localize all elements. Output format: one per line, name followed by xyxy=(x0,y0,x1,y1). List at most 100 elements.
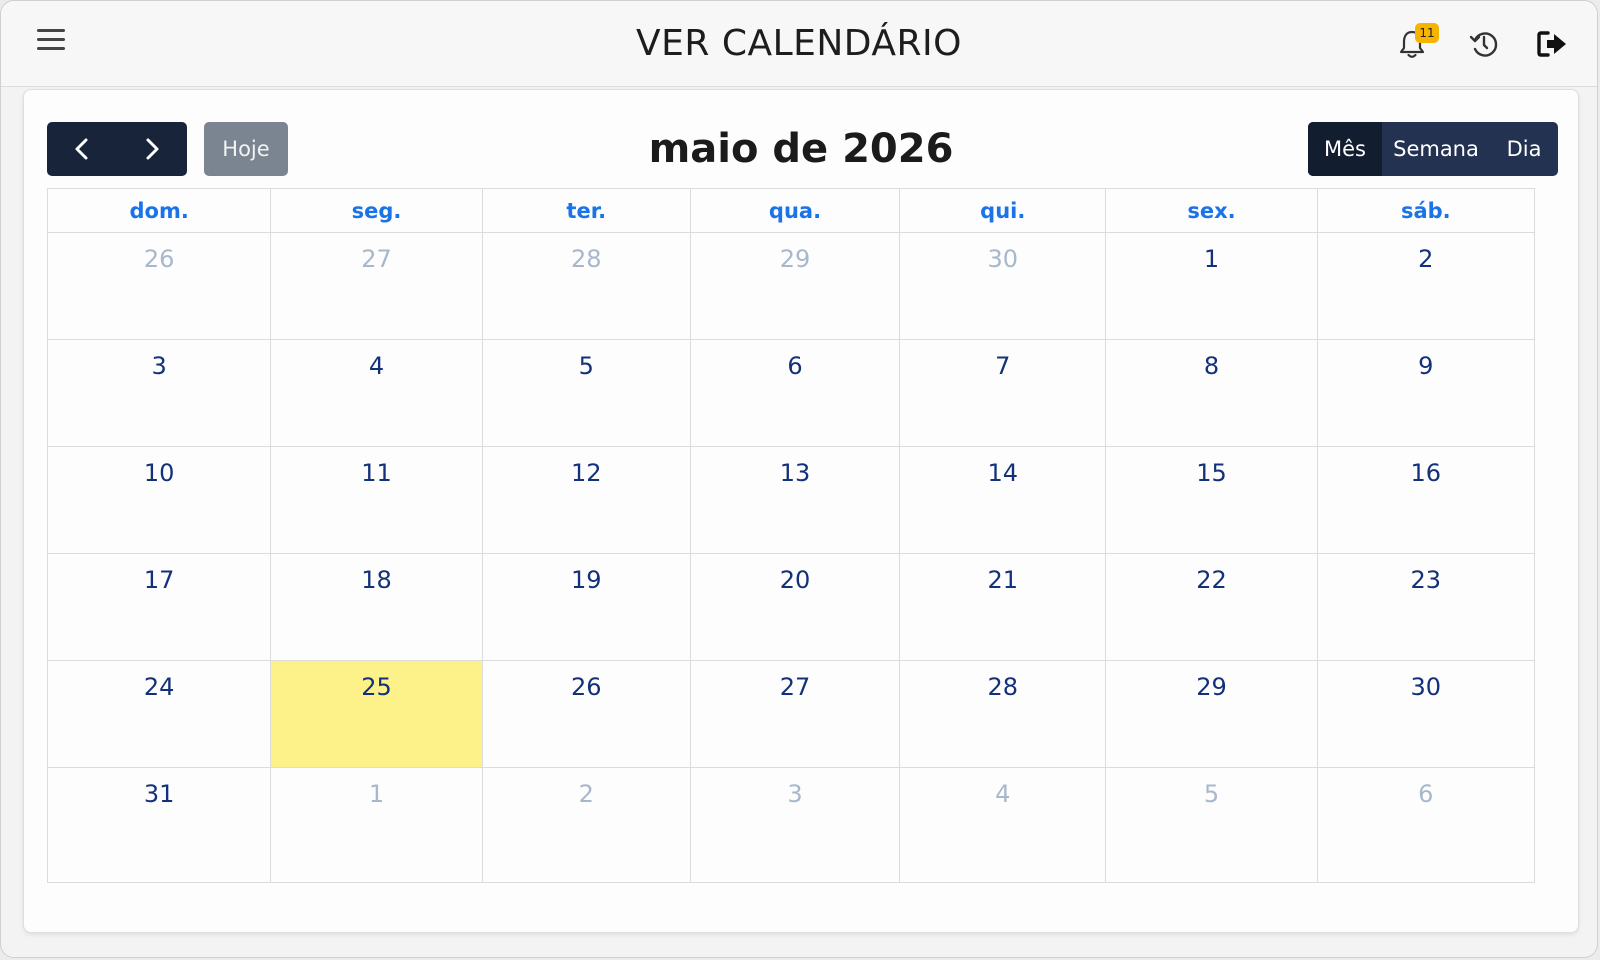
day-cell[interactable]: 26 xyxy=(46,232,272,340)
day-cell[interactable]: 27 xyxy=(270,232,483,340)
day-number: 16 xyxy=(1410,459,1442,487)
day-cell[interactable]: 23 xyxy=(1316,553,1536,661)
day-cell[interactable]: 11 xyxy=(270,446,483,554)
day-cell[interactable]: 10 xyxy=(46,446,272,554)
day-number: 24 xyxy=(143,673,175,701)
day-number: 1 xyxy=(1203,245,1220,273)
day-cell[interactable]: 4 xyxy=(270,339,483,447)
calendar-body: 26 27 28 29 30 1 2 3 4 5 6 7 8 9 10 11 12 13 14 15 16 17 18 19 2… xyxy=(46,232,1536,883)
day-cell[interactable]: 27 xyxy=(689,660,901,768)
page-title: VER CALENDÁRIO xyxy=(635,23,962,64)
day-cell[interactable]: 8 xyxy=(1105,339,1318,447)
day-cell[interactable]: 5 xyxy=(1105,767,1318,883)
day-number: 3 xyxy=(151,352,167,380)
day-number: 28 xyxy=(570,245,602,273)
top-bar: VER CALENDÁRIO 11 xyxy=(1,1,1597,87)
day-cell[interactable]: 1 xyxy=(1105,232,1318,340)
day-number: 26 xyxy=(143,245,175,273)
day-cell[interactable]: 2 xyxy=(481,767,691,883)
day-cell[interactable]: 1 xyxy=(270,767,483,883)
logout-icon[interactable] xyxy=(1535,27,1569,61)
day-cell[interactable]: 26 xyxy=(481,660,691,768)
day-number: 29 xyxy=(779,245,811,273)
day-cell[interactable]: 6 xyxy=(689,339,901,447)
day-number: 7 xyxy=(995,352,1011,380)
day-number: 29 xyxy=(1196,673,1227,701)
day-number: 4 xyxy=(368,352,385,380)
day-cell[interactable]: 5 xyxy=(481,339,691,447)
history-icon[interactable] xyxy=(1467,27,1501,61)
day-cell[interactable]: 19 xyxy=(481,553,691,661)
day-cell[interactable]: 4 xyxy=(899,767,1107,883)
today-button[interactable]: Hoje xyxy=(204,122,288,176)
day-cell[interactable]: 15 xyxy=(1105,446,1318,554)
weekday-header: ter. xyxy=(481,188,691,233)
day-number: 10 xyxy=(143,459,175,487)
view-switcher: Mês Semana Dia xyxy=(1308,122,1558,176)
view-day-button[interactable]: Dia xyxy=(1490,122,1558,176)
day-cell[interactable]: 31 xyxy=(46,767,272,883)
day-cell[interactable]: 30 xyxy=(1316,660,1536,768)
day-number: 2 xyxy=(578,780,594,808)
next-month-button[interactable] xyxy=(117,122,187,176)
prev-month-button[interactable] xyxy=(47,122,117,176)
calendar-card: Hoje maio de 2026 Mês Semana Dia dom. se… xyxy=(23,89,1579,933)
weekday-header-row: dom. seg. ter. qua. qui. sex. sáb. xyxy=(46,188,1536,233)
day-number: 21 xyxy=(987,566,1019,594)
day-number: 25 xyxy=(361,673,392,701)
day-cell[interactable]: 7 xyxy=(899,339,1107,447)
day-number: 26 xyxy=(570,673,602,701)
notification-badge: 11 xyxy=(1415,23,1439,43)
day-cell[interactable]: 24 xyxy=(46,660,272,768)
day-cell[interactable]: 29 xyxy=(1105,660,1318,768)
view-week-button[interactable]: Semana xyxy=(1382,122,1490,176)
day-cell[interactable]: 28 xyxy=(481,232,691,340)
day-number: 13 xyxy=(779,459,811,487)
day-cell[interactable]: 3 xyxy=(689,767,901,883)
app-window: VER CALENDÁRIO 11 Hoje maio de 2026 Mês … xyxy=(0,0,1598,958)
day-number: 12 xyxy=(570,459,602,487)
day-number: 23 xyxy=(1410,566,1442,594)
day-number: 27 xyxy=(779,673,811,701)
day-cell[interactable]: 21 xyxy=(899,553,1107,661)
day-cell[interactable]: 16 xyxy=(1316,446,1536,554)
weekday-header: dom. xyxy=(46,188,272,233)
day-number: 3 xyxy=(787,780,803,808)
day-number: 27 xyxy=(361,245,392,273)
week-row: 31 1 2 3 4 5 6 xyxy=(46,767,1536,883)
day-cell[interactable]: 12 xyxy=(481,446,691,554)
day-cell[interactable]: 17 xyxy=(46,553,272,661)
day-number: 5 xyxy=(578,352,594,380)
day-number: 30 xyxy=(1410,673,1442,701)
day-number: 14 xyxy=(987,459,1019,487)
day-cell[interactable]: 13 xyxy=(689,446,901,554)
day-cell[interactable]: 28 xyxy=(899,660,1107,768)
weekday-header: sex. xyxy=(1105,188,1318,233)
day-number: 2 xyxy=(1418,245,1434,273)
weekday-header: sáb. xyxy=(1316,188,1536,233)
day-number: 11 xyxy=(361,459,392,487)
day-number: 9 xyxy=(1418,352,1434,380)
day-cell[interactable]: 20 xyxy=(689,553,901,661)
day-number: 30 xyxy=(987,245,1019,273)
day-number: 20 xyxy=(779,566,811,594)
week-row: 10 11 12 13 14 15 16 xyxy=(46,446,1536,554)
day-cell[interactable]: 30 xyxy=(899,232,1107,340)
day-cell[interactable]: 14 xyxy=(899,446,1107,554)
view-month-button[interactable]: Mês xyxy=(1308,122,1382,176)
day-cell[interactable]: 6 xyxy=(1316,767,1536,883)
month-title: maio de 2026 xyxy=(648,126,954,172)
day-number: 8 xyxy=(1203,352,1220,380)
day-number: 28 xyxy=(987,673,1019,701)
chevron-left-icon xyxy=(75,138,88,160)
day-number: 1 xyxy=(368,780,385,808)
nav-button-group xyxy=(47,122,187,176)
day-cell[interactable]: 9 xyxy=(1316,339,1536,447)
day-cell[interactable]: 29 xyxy=(689,232,901,340)
day-cell-today[interactable]: 25 xyxy=(270,660,483,768)
day-cell[interactable]: 22 xyxy=(1105,553,1318,661)
day-cell[interactable]: 3 xyxy=(46,339,272,447)
week-row: 24 25 26 27 28 29 30 xyxy=(46,660,1536,768)
day-cell[interactable]: 18 xyxy=(270,553,483,661)
day-cell[interactable]: 2 xyxy=(1316,232,1536,340)
